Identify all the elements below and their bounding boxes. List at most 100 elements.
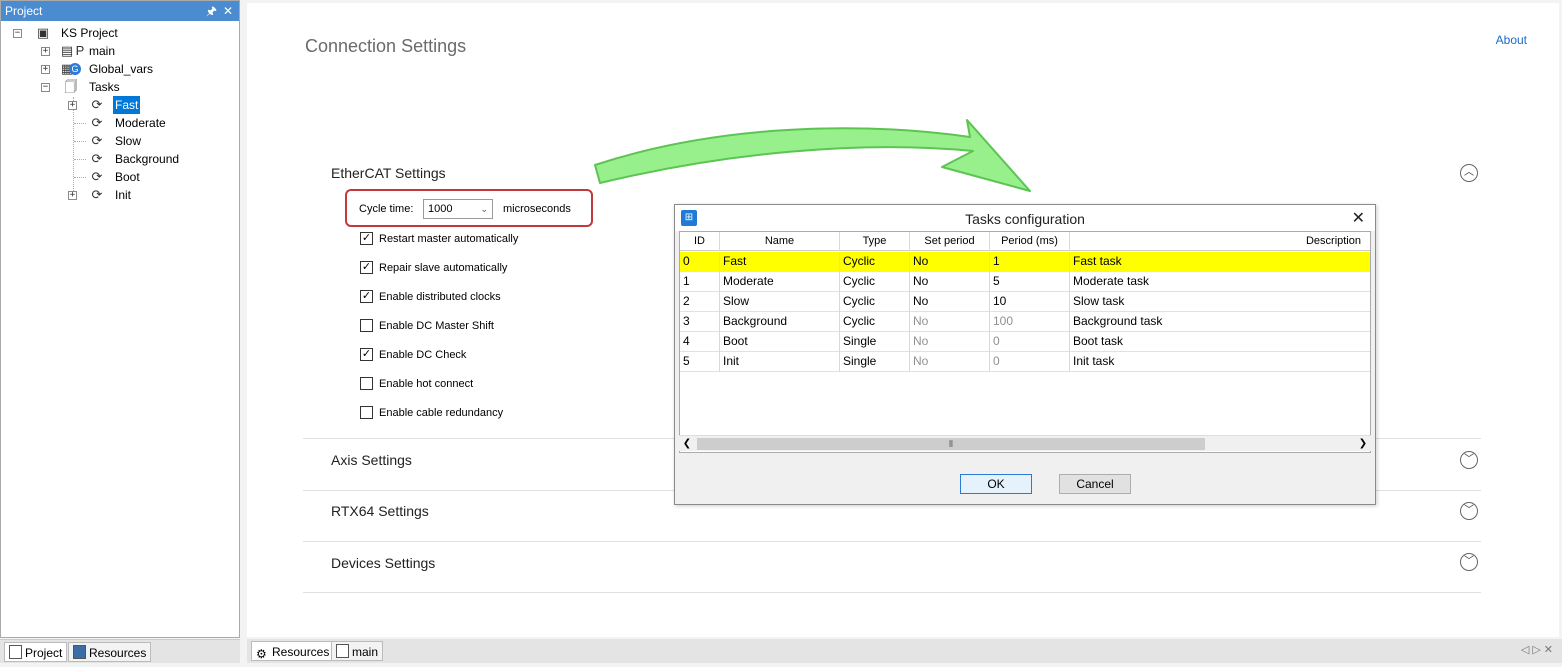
tab-label: Project: [25, 646, 63, 660]
checkbox[interactable]: [360, 319, 373, 332]
collapse-toggle[interactable]: −: [41, 83, 50, 92]
tree-connector: [74, 159, 86, 160]
annotation-arrow-icon: [594, 119, 1031, 192]
checkbox[interactable]: ✓: [360, 261, 373, 274]
cycle-time-value: 1000: [428, 203, 453, 215]
tree-node-label: Global_vars: [89, 62, 154, 76]
scroll-right-icon[interactable]: ❯: [1355, 436, 1371, 452]
table-row[interactable]: 0 Fast Cyclic No 1 Fast task: [680, 252, 1370, 272]
expand-toggle[interactable]: +: [41, 47, 50, 56]
tree-node-label: Boot: [115, 170, 140, 184]
checkbox[interactable]: ✓: [360, 348, 373, 361]
devices-section-title[interactable]: Devices Settings: [331, 555, 435, 571]
cell-name[interactable]: Background: [720, 312, 840, 332]
ok-button[interactable]: OK: [960, 474, 1032, 494]
column-header-description[interactable]: Description: [1070, 232, 1370, 251]
tab-resources-doc[interactable]: ⚙ Resources: [251, 641, 335, 661]
cell-name[interactable]: Slow: [720, 292, 840, 312]
tab-scroll-arrows-icon[interactable]: ◁▷✕: [1521, 643, 1556, 656]
axis-section-title[interactable]: Axis Settings: [331, 452, 412, 468]
cell-type[interactable]: Single: [840, 332, 910, 352]
cell-name[interactable]: Moderate: [720, 272, 840, 292]
tree-connector: [74, 141, 86, 142]
checkbox-label: Enable cable redundancy: [379, 407, 504, 419]
cell-type[interactable]: Single: [840, 352, 910, 372]
task-cycle-icon: ⟳: [91, 151, 103, 166]
tasks-folder-icon: 🗍: [64, 79, 78, 94]
chevron-up-icon[interactable]: ︿: [1460, 164, 1478, 182]
cell-type[interactable]: Cyclic: [840, 252, 910, 272]
checkbox[interactable]: ✓: [360, 232, 373, 245]
task-cycle-icon: ⟳: [91, 169, 103, 184]
task-cycle-icon: ⟳: [91, 115, 103, 130]
cell-description[interactable]: Init task: [1070, 352, 1370, 372]
cell-set-period[interactable]: No: [910, 252, 990, 272]
cell-description[interactable]: Boot task: [1070, 332, 1370, 352]
tab-main-doc[interactable]: main: [331, 641, 384, 661]
cell-description[interactable]: Moderate task: [1070, 272, 1370, 292]
cycle-time-select[interactable]: 1000 ⌄: [423, 199, 493, 219]
checkbox[interactable]: [360, 406, 373, 419]
ethercat-section-title[interactable]: EtherCAT Settings: [331, 165, 446, 181]
pin-icon[interactable]: 🖈: [206, 1, 217, 21]
column-header-name[interactable]: Name: [720, 232, 840, 251]
checkbox[interactable]: [360, 377, 373, 390]
checkbox[interactable]: ✓: [360, 290, 373, 303]
tab-project[interactable]: Project: [4, 642, 68, 662]
close-icon[interactable]: ✕: [1352, 208, 1365, 228]
cell-type[interactable]: Cyclic: [840, 292, 910, 312]
checkbox-label: Repair slave automatically: [379, 262, 508, 274]
expand-toggle[interactable]: +: [68, 191, 77, 200]
chevron-down-icon[interactable]: ﹀: [1460, 502, 1478, 520]
collapse-toggle[interactable]: −: [13, 29, 22, 38]
grid-header: ID Name Type Set period Period (ms) Desc…: [680, 232, 1370, 251]
checkbox-label: Restart master automatically: [379, 233, 519, 245]
expand-toggle[interactable]: +: [41, 65, 50, 74]
column-header-set-period[interactable]: Set period: [910, 232, 990, 251]
cell-period[interactable]: 1: [990, 252, 1070, 272]
cell-id: 4: [680, 332, 720, 352]
cell-id: 3: [680, 312, 720, 332]
cycle-time-unit: microseconds: [503, 203, 571, 215]
table-row[interactable]: 4 Boot Single No 0 Boot task: [680, 332, 1370, 352]
cell-period[interactable]: 10: [990, 292, 1070, 312]
cell-type[interactable]: Cyclic: [840, 312, 910, 332]
tree-node-label: Slow: [115, 134, 142, 148]
cell-period[interactable]: 5: [990, 272, 1070, 292]
rtx64-section-title[interactable]: RTX64 Settings: [331, 503, 429, 519]
cell-description[interactable]: Slow task: [1070, 292, 1370, 312]
cell-description[interactable]: Fast task: [1070, 252, 1370, 272]
tree-connector: [74, 177, 86, 178]
scroll-left-icon[interactable]: ❮: [679, 436, 695, 452]
about-link[interactable]: About: [1496, 33, 1527, 47]
table-row[interactable]: 5 Init Single No 0 Init task: [680, 352, 1370, 372]
left-bottom-tabs: Project Resources: [0, 639, 240, 663]
column-header-type[interactable]: Type: [840, 232, 910, 251]
scroll-thumb[interactable]: ⦀: [697, 438, 1205, 450]
cancel-button[interactable]: Cancel: [1059, 474, 1131, 494]
main-doc-icon: [336, 644, 349, 658]
resources-doc-icon: ⚙: [256, 644, 269, 661]
cell-name[interactable]: Init: [720, 352, 840, 372]
cell-set-period[interactable]: No: [910, 292, 990, 312]
chevron-down-icon[interactable]: ﹀: [1460, 451, 1478, 469]
cell-type[interactable]: Cyclic: [840, 272, 910, 292]
cell-name[interactable]: Fast: [720, 252, 840, 272]
cell-set-period[interactable]: No: [910, 272, 990, 292]
column-header-id[interactable]: ID: [680, 232, 720, 251]
tab-resources[interactable]: Resources: [68, 642, 152, 662]
table-row[interactable]: 3 Background Cyclic No 100 Background ta…: [680, 312, 1370, 332]
tab-label: Resources: [272, 645, 330, 659]
close-icon[interactable]: ✕: [223, 1, 233, 21]
cell-id: 5: [680, 352, 720, 372]
cell-description[interactable]: Background task: [1070, 312, 1370, 332]
column-header-period[interactable]: Period (ms): [990, 232, 1070, 251]
cell-name[interactable]: Boot: [720, 332, 840, 352]
table-row[interactable]: 1 Moderate Cyclic No 5 Moderate task: [680, 272, 1370, 292]
horizontal-scrollbar[interactable]: ❮ ⦀ ❯: [679, 435, 1371, 451]
expand-toggle[interactable]: +: [68, 101, 77, 110]
cell-id: 0: [680, 252, 720, 272]
table-row[interactable]: 2 Slow Cyclic No 10 Slow task: [680, 292, 1370, 312]
chevron-down-icon[interactable]: ﹀: [1460, 553, 1478, 571]
checkbox-label: Enable hot connect: [379, 378, 474, 390]
